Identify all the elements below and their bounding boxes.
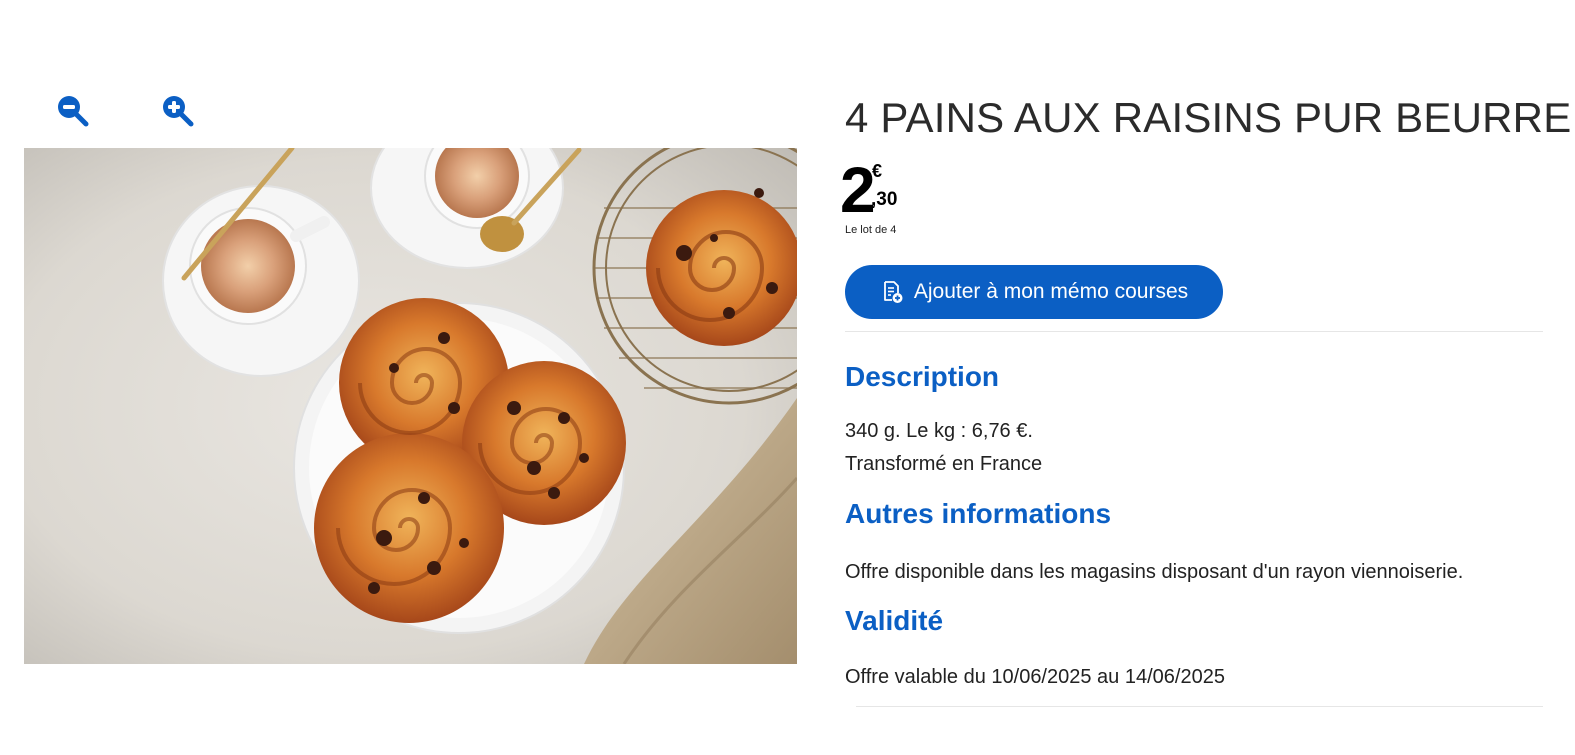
zoom-out-icon bbox=[58, 96, 89, 127]
validity-heading: Validité bbox=[845, 605, 944, 636]
price-cents: ,30 bbox=[871, 189, 898, 210]
product-image-illustration bbox=[24, 148, 797, 664]
product-title: 4 PAINS AUX RAISINS PUR BEURRE bbox=[845, 94, 1572, 141]
divider bbox=[845, 331, 1543, 332]
zoom-in-button[interactable] bbox=[157, 90, 197, 130]
product-image[interactable] bbox=[24, 148, 797, 664]
product-price: 2 € ,30 bbox=[840, 158, 960, 222]
other-info-text: Offre disponible dans les magasins dispo… bbox=[845, 561, 1464, 583]
description-weight-price: 340 g. Le kg : 6,76 €. bbox=[845, 420, 1033, 442]
divider bbox=[856, 706, 1543, 707]
price-unit: Le lot de 4 bbox=[845, 224, 897, 236]
note-add-icon bbox=[880, 280, 904, 304]
zoom-in-icon bbox=[163, 96, 194, 127]
zoom-out-button[interactable] bbox=[52, 90, 92, 130]
add-to-memo-button[interactable]: Ajouter à mon mémo courses bbox=[845, 265, 1223, 319]
description-origin: Transformé en France bbox=[845, 453, 1043, 475]
add-to-memo-label: Ajouter à mon mémo courses bbox=[913, 280, 1189, 303]
price-currency: € bbox=[872, 161, 883, 181]
product-page: 4 PAINS AUX RAISINS PUR BEURRE 2 € ,30 L… bbox=[0, 0, 1575, 755]
description-heading: Description bbox=[845, 361, 1000, 392]
other-info-heading: Autres informations bbox=[845, 498, 1112, 529]
price-integer: 2 bbox=[840, 154, 876, 226]
validity-text: Offre valable du 10/06/2025 au 14/06/202… bbox=[845, 666, 1225, 688]
